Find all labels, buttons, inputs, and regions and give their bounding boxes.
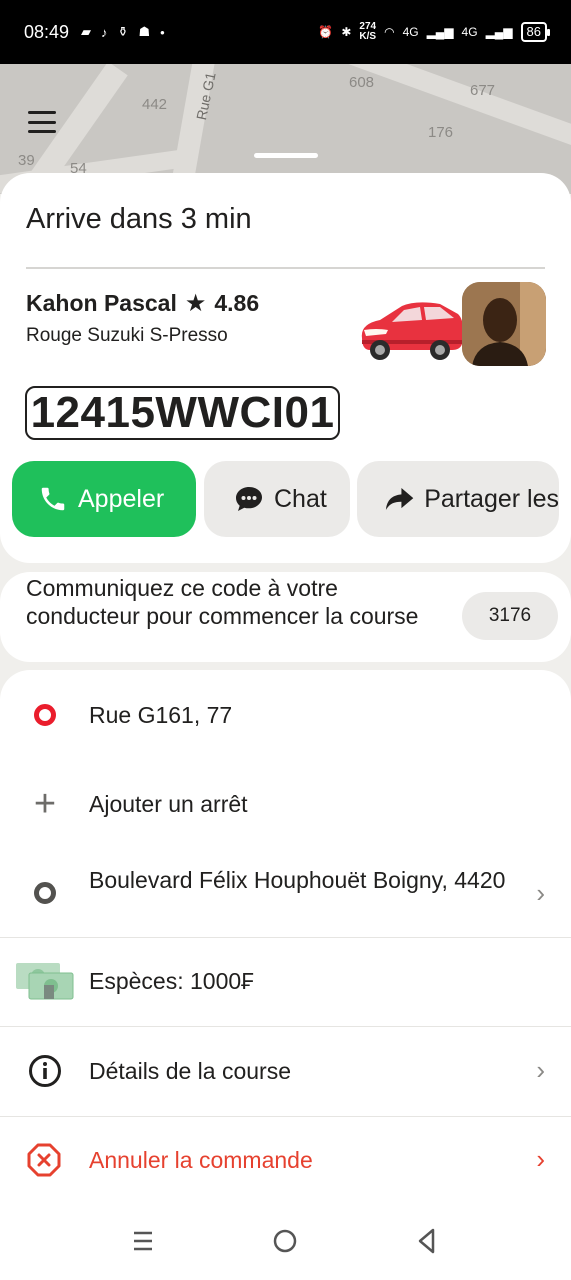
driver-avatar[interactable] <box>462 282 546 366</box>
cancel-octagon-icon <box>27 1143 61 1177</box>
divider <box>26 267 545 269</box>
hamburger-menu-icon[interactable] <box>28 111 56 133</box>
add-stop-label: Ajouter un arrêt <box>89 791 248 817</box>
chat-bubble-icon <box>236 487 262 511</box>
alarm-icon: ⏰ <box>318 25 334 39</box>
car-description: Rouge Suzuki S-Presso <box>26 325 228 346</box>
back-icon[interactable] <box>412 1226 442 1256</box>
divider <box>0 1026 571 1027</box>
status-time: 08:49 <box>24 21 70 42</box>
payment-row[interactable]: Espèces: 1000₣ <box>0 955 571 1007</box>
battery-indicator: 86 <box>520 22 551 42</box>
snapchat-icon: ☗ <box>138 24 151 39</box>
call-label: Appeler <box>78 484 165 513</box>
chat-button[interactable]: Chat <box>204 461 350 537</box>
info-icon <box>29 1055 61 1087</box>
sheet-drag-handle[interactable] <box>254 153 318 158</box>
pickup-point-icon <box>28 704 62 726</box>
plus-icon: + <box>33 783 57 825</box>
cancel-order-label: Annuler la commande <box>89 1147 313 1173</box>
bottle-icon: ⚱ <box>117 24 129 39</box>
house-number: 442 <box>142 96 168 113</box>
status-bar: 08:49 ▰ ♪ ⚱ ☗ • ⏰ ✱ 274 K/S ◠ 4G ▂▄▆ 4G … <box>0 0 571 64</box>
notification-icons: ▰ ♪ ⚱ ☗ • <box>81 24 165 40</box>
pickup-row[interactable]: Rue G161, 77 <box>0 690 571 740</box>
network-type-2: 4G <box>461 25 478 39</box>
home-icon[interactable] <box>270 1226 300 1256</box>
driver-info: Kahon Pascal ★ 4.86 <box>26 289 259 318</box>
house-number: 176 <box>428 124 454 141</box>
call-button[interactable]: Appeler <box>12 461 196 537</box>
car-image <box>361 302 464 360</box>
payment-method: Espèces: 1000₣ <box>89 968 254 994</box>
tiktok-icon: ♪ <box>101 24 108 40</box>
system-icons: ⏰ ✱ 274 K/S ◠ 4G ▂▄▆ 4G ▂▄▆ 86 <box>318 21 551 42</box>
divider <box>0 937 571 938</box>
trip-details-row[interactable]: Détails de la course › <box>0 1045 571 1097</box>
recent-apps-icon[interactable] <box>128 1226 158 1256</box>
add-stop-row[interactable]: + Ajouter un arrêt <box>0 780 571 830</box>
signal-icon: ▂▄▆ <box>426 25 454 39</box>
destination-point-icon <box>28 882 62 904</box>
phone-icon <box>41 487 65 511</box>
cancel-order-row[interactable]: Annuler la commande › <box>0 1134 571 1186</box>
house-number: 677 <box>470 82 496 99</box>
chat-label: Chat <box>274 484 327 513</box>
driver-rating: 4.86 <box>214 290 260 316</box>
trip-details-label: Détails de la course <box>89 1058 291 1084</box>
arrival-status: Arrive dans 3 min <box>26 203 252 235</box>
network-type-1: 4G <box>402 25 419 39</box>
share-button[interactable]: Partager les <box>357 461 559 537</box>
divider <box>0 1116 571 1117</box>
net-speed: 274 K/S <box>359 21 377 42</box>
chevron-right-icon: › <box>536 878 545 908</box>
driver-name: Kahon Pascal <box>26 290 177 316</box>
chevron-right-icon: › <box>536 1055 545 1085</box>
app-notification-icon: ▰ <box>81 24 92 39</box>
cash-icon <box>16 963 74 1000</box>
house-number: 39 <box>18 152 35 169</box>
pin-code-message: Communiquez ce code à votre conducteur p… <box>26 575 419 629</box>
wifi-icon: ◠ <box>384 25 395 39</box>
more-dot-icon: • <box>160 24 165 40</box>
bluetooth-icon: ✱ <box>341 25 352 39</box>
destination-address: Boulevard Félix Houphouët Boigny, 4420 <box>89 867 506 893</box>
pin-code-badge: 3176 <box>462 592 558 640</box>
house-number: 608 <box>349 74 375 91</box>
signal-icon: ▂▄▆ <box>485 25 513 39</box>
share-label: Partager les <box>424 484 559 513</box>
chevron-right-icon: › <box>536 1144 545 1174</box>
share-arrow-icon <box>385 488 414 510</box>
star-icon: ★ <box>184 290 207 317</box>
pickup-address: Rue G161, 77 <box>89 702 233 728</box>
license-plate: 12415WWCI01 <box>25 386 340 440</box>
destination-row[interactable]: Boulevard Félix Houphouët Boigny, 4420 › <box>0 860 571 930</box>
